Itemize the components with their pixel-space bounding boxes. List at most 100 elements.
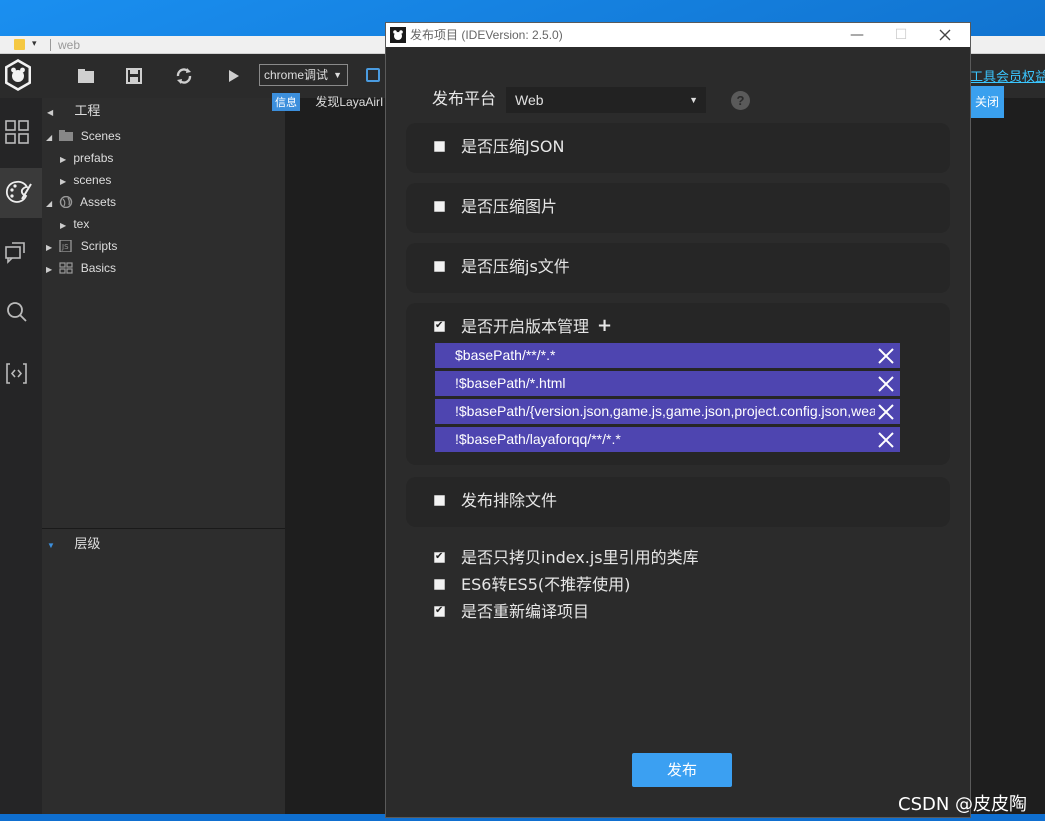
watermark: CSDN @皮皮陶 (898, 794, 1028, 815)
compress-json-label: 是否压缩JSON (461, 137, 565, 156)
option-panel-compress-js: 是否压缩js文件 (406, 243, 950, 293)
refresh-icon[interactable] (174, 66, 194, 86)
close-banner-button[interactable]: 关闭 (970, 86, 1004, 118)
dialog-titlebar: 发布项目 (IDEVersion: 2.5.0) — ☐ (386, 23, 970, 47)
collapsed-icon: ▶ (60, 155, 67, 164)
exclude-files-checkbox[interactable] (434, 495, 445, 506)
project-label: 工程 (74, 103, 101, 118)
folder-icon (59, 130, 74, 141)
collapsed-icon: ▶ (46, 265, 53, 274)
tree-item-label: scenes (73, 173, 112, 187)
collapsed-icon: ▶ (60, 221, 67, 230)
option-panel-version-management: 是否开启版本管理 + $basePath/**/*.* !$basePath/*… (406, 303, 950, 465)
debug-mode-select[interactable]: chrome调试 ▼ (259, 64, 348, 86)
es6-to-es5-label: ES6转ES5(不推荐使用) (461, 575, 631, 594)
copy-referenced-libs-label: 是否只拷贝index.js里引用的类库 (461, 548, 699, 567)
script-icon: JS (59, 240, 72, 252)
laya-logo-icon (5, 59, 31, 91)
open-project-icon[interactable] (76, 66, 96, 86)
project-header[interactable]: ◀ 工程 (47, 103, 100, 121)
version-rule-row: !$basePath/layaforqq/**/*.* (435, 427, 900, 452)
close-window-button[interactable] (923, 23, 967, 47)
compress-images-label: 是否压缩图片 (461, 197, 558, 216)
tree-item-prefabs[interactable]: ▶ prefabs (60, 150, 113, 168)
laya-logo-icon (390, 27, 406, 43)
platform-value: Web (515, 92, 544, 108)
version-management-checkbox[interactable] (434, 319, 445, 333)
expanded-icon: ◢ (46, 199, 53, 208)
play-icon[interactable] (224, 66, 244, 86)
search-icon[interactable] (0, 288, 42, 338)
remove-rule-icon[interactable] (877, 403, 895, 421)
compress-images-checkbox[interactable] (434, 201, 445, 212)
activity-bar (0, 98, 42, 814)
chevron-down-icon: ▼ (333, 70, 342, 80)
info-text: 发现LayaAirI (315, 95, 384, 109)
version-rule-text: !$basePath/{version.json,game.js,game.js… (455, 403, 875, 419)
tree-item-basics[interactable]: ▶ Basics (46, 260, 116, 278)
remove-rule-icon[interactable] (877, 431, 895, 449)
recompile-checkbox[interactable] (434, 604, 445, 618)
version-rule-text: !$basePath/layaforqq/**/*.* (455, 431, 621, 447)
add-rule-button[interactable]: + (597, 316, 612, 336)
tree-item-label: prefabs (73, 151, 114, 165)
compress-json-checkbox[interactable] (434, 141, 445, 152)
tree-item-tex[interactable]: ▶ tex (60, 216, 89, 234)
tree-item-scenes-folder[interactable]: ▶ scenes (60, 172, 111, 190)
remove-rule-icon[interactable] (877, 347, 895, 365)
version-rule-text: $basePath/**/*.* (455, 347, 556, 363)
tree-item-label: Assets (80, 195, 117, 209)
titlebar-divider (50, 39, 51, 51)
export-icon[interactable] (366, 68, 380, 82)
version-rule-row: $basePath/**/*.* (435, 343, 900, 368)
vip-link[interactable]: 工具会员权益 (970, 66, 1045, 85)
ide-window-title: web (58, 38, 81, 52)
globe-icon (60, 196, 73, 208)
quick-access-dropdown-icon[interactable]: ▾ (32, 38, 43, 49)
version-rule-row: !$basePath/{version.json,game.js,game.js… (435, 399, 900, 424)
maximize-button[interactable]: ☐ (879, 23, 923, 47)
expanded-icon: ◢ (46, 133, 53, 142)
tree-item-scenes[interactable]: ◢ Scenes (46, 128, 121, 146)
es6-to-es5-checkbox[interactable] (434, 579, 445, 590)
option-panel-exclude-files: 发布排除文件 (406, 477, 950, 527)
grid-icon (59, 262, 73, 274)
dialog-body: 发布平台 Web ▼ ? 是否压缩JSON 是否压缩图片 是否压缩js文件 是否… (386, 47, 970, 817)
project-explorer: ◀ 工程 ◢ Scenes ▶ prefabs ▶ scenes ◢ Asset… (42, 98, 285, 814)
collapsed-icon: ▶ (46, 243, 53, 252)
publish-dialog: 发布项目 (IDEVersion: 2.5.0) — ☐ 发布平台 Web ▼ … (385, 22, 971, 818)
tree-item-label: tex (73, 217, 90, 231)
option-panel-compress-images: 是否压缩图片 (406, 183, 950, 233)
version-management-label: 是否开启版本管理 (461, 317, 590, 336)
save-icon[interactable] (124, 66, 144, 86)
tree-item-label: Scripts (80, 239, 118, 253)
layout-grid-icon[interactable] (0, 108, 42, 158)
version-rule-text: !$basePath/*.html (455, 375, 566, 391)
help-icon[interactable]: ? (731, 91, 750, 110)
info-badge: 信息 (272, 93, 300, 111)
dialog-title: 发布项目 (IDEVersion: 2.5.0) (410, 28, 563, 42)
debug-mode-value: chrome调试 (264, 68, 329, 82)
compress-js-label: 是否压缩js文件 (461, 257, 570, 276)
tree-item-scripts[interactable]: ▶ JS Scripts (46, 238, 117, 256)
platform-label: 发布平台 (432, 89, 497, 108)
svg-text:JS: JS (61, 243, 69, 251)
recompile-label: 是否重新编译项目 (461, 602, 590, 621)
code-icon[interactable] (0, 348, 42, 398)
tree-item-assets[interactable]: ◢ Assets (46, 194, 116, 212)
expanded-icon: ▼ (47, 541, 55, 550)
publish-button[interactable]: 发布 (632, 753, 732, 787)
remove-rule-icon[interactable] (877, 375, 895, 393)
tree-item-label: Basics (80, 261, 117, 275)
minimize-button[interactable]: — (835, 23, 879, 47)
copy-referenced-libs-checkbox[interactable] (434, 550, 445, 564)
collapse-icon: ◀ (47, 108, 54, 117)
panel-divider (42, 528, 285, 529)
chevron-down-icon: ▼ (689, 95, 698, 105)
palette-icon[interactable] (0, 168, 42, 218)
chat-icon[interactable] (0, 228, 42, 278)
compress-js-checkbox[interactable] (434, 261, 445, 272)
layers-header[interactable]: ▼ 层级 (47, 536, 100, 554)
platform-select[interactable]: Web ▼ (506, 87, 706, 113)
layers-label: 层级 (74, 536, 101, 551)
